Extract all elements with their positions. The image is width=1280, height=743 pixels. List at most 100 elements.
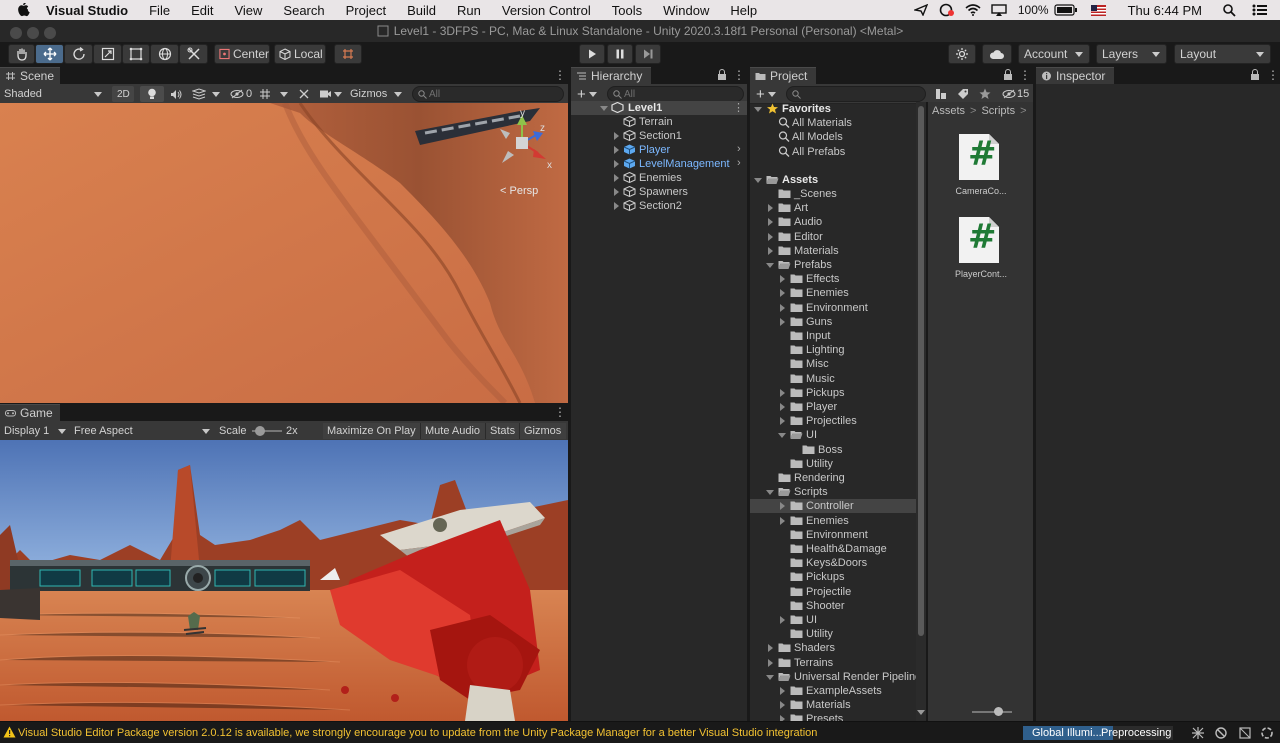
project-folder-item[interactable]: Input — [750, 329, 916, 343]
file-item-cameracontroller[interactable]: # CameraCo... — [952, 130, 1010, 200]
audio-toggle[interactable] — [166, 86, 186, 102]
services-button[interactable] — [948, 44, 976, 64]
fold-closed-icon[interactable] — [768, 232, 773, 241]
project-folder-item[interactable]: Prefabs — [750, 258, 916, 272]
fold-closed-icon[interactable] — [768, 218, 773, 227]
fold-closed-icon[interactable] — [780, 317, 785, 326]
fold-closed-icon[interactable] — [780, 687, 785, 695]
favorite-search-item[interactable]: All Materials — [750, 116, 916, 130]
persp-label[interactable]: < Persp — [500, 185, 538, 197]
hierarchy-item-section2[interactable]: Section2 — [571, 199, 747, 213]
mute-audio-toggle[interactable]: Mute Audio — [421, 423, 486, 439]
project-folder-item[interactable]: Player — [750, 400, 916, 414]
scene-gizmos-dropdown[interactable]: Gizmos — [346, 86, 406, 102]
project-folder-item[interactable]: Universal Render Pipeline — [750, 670, 916, 684]
menu-run[interactable]: Run — [457, 3, 481, 18]
window-close-button[interactable] — [10, 27, 22, 39]
project-folder-item[interactable]: Pickups — [750, 570, 916, 584]
scene-more-icon[interactable]: ⋮ — [554, 69, 566, 81]
project-folder-item[interactable]: Environment — [750, 528, 916, 542]
breadcrumb-assets[interactable]: Assets — [932, 105, 965, 117]
hierarchy-item-section1[interactable]: Section1 — [571, 129, 747, 143]
tab-scene[interactable]: Scene — [0, 67, 60, 84]
fold-closed-icon[interactable] — [780, 616, 785, 624]
rect-tool-button[interactable] — [122, 44, 150, 64]
fold-closed-icon[interactable] — [768, 204, 773, 213]
project-folder-item[interactable]: Environment — [750, 301, 916, 315]
hierarchy-item-enemies[interactable]: Enemies — [571, 171, 747, 185]
project-folder-item[interactable]: Boss — [750, 443, 916, 457]
menu-version-control[interactable]: Version Control — [502, 3, 591, 18]
hierarchy-item-terrain[interactable]: Terrain — [571, 115, 747, 129]
airplay-icon[interactable] — [991, 3, 1007, 17]
fold-closed-icon[interactable] — [780, 417, 785, 426]
chevron-right-icon[interactable]: › — [737, 143, 741, 155]
play-button[interactable] — [579, 44, 605, 64]
menu-build[interactable]: Build — [407, 3, 436, 18]
hierarchy-item-player[interactable]: Player › — [571, 143, 747, 157]
lock-icon[interactable] — [1250, 69, 1260, 80]
scroll-down-icon[interactable] — [917, 710, 925, 715]
project-folder-item[interactable]: Materials — [750, 244, 916, 258]
fold-closed-icon[interactable] — [780, 388, 785, 397]
scene-search-input[interactable]: All — [412, 86, 564, 102]
fold-open-icon[interactable] — [766, 490, 774, 496]
effects-dropdown[interactable] — [188, 86, 224, 102]
project-folder-item[interactable]: UI — [750, 428, 916, 442]
project-folder-item[interactable]: Enemies — [750, 286, 916, 300]
favorite-search-item[interactable]: All Models — [750, 130, 916, 144]
pivot-local-toggle[interactable]: Local — [274, 44, 326, 64]
file-item-playercontroller[interactable]: # PlayerCont... — [952, 213, 1010, 283]
display-dropdown[interactable]: Display 1 — [0, 423, 70, 439]
project-folder-item[interactable]: Shooter — [750, 599, 916, 613]
collab-cloud-button[interactable] — [982, 44, 1012, 64]
menu-app-name[interactable]: Visual Studio — [46, 3, 128, 18]
project-folder-item[interactable]: ExampleAssets — [750, 684, 916, 698]
project-create-button[interactable]: + — [752, 86, 782, 103]
fold-closed-icon[interactable] — [614, 188, 619, 196]
project-folder-item[interactable]: Presets — [750, 712, 916, 721]
icon-size-slider-thumb[interactable] — [994, 707, 1003, 716]
debug-mode-icon[interactable] — [1214, 726, 1228, 740]
fold-open-icon[interactable] — [754, 177, 762, 183]
game-more-icon[interactable]: ⋮ — [554, 406, 566, 418]
fold-closed-icon[interactable] — [768, 658, 773, 667]
aspect-dropdown[interactable]: Free Aspect — [70, 423, 214, 439]
lighting-toggle[interactable] — [140, 86, 164, 102]
project-folder-item[interactable]: Controller — [750, 499, 916, 514]
move-tool-button[interactable] — [35, 44, 64, 64]
tab-project[interactable]: Project — [750, 67, 816, 84]
menu-edit[interactable]: Edit — [191, 3, 213, 18]
project-folder-item[interactable]: Utility — [750, 457, 916, 471]
project-folder-item[interactable]: Utility — [750, 627, 916, 641]
project-folder-item[interactable]: Enemies — [750, 514, 916, 528]
assets-root[interactable]: Assets — [750, 173, 916, 187]
project-folder-item[interactable]: UI — [750, 613, 916, 627]
project-folder-item[interactable]: Rendering — [750, 471, 916, 485]
fold-open-icon[interactable] — [754, 107, 762, 112]
pause-button[interactable] — [607, 44, 633, 64]
favorites-header[interactable]: Favorites — [750, 102, 916, 116]
hand-tool-button[interactable] — [8, 44, 35, 64]
fold-closed-icon[interactable] — [768, 246, 773, 255]
tab-inspector[interactable]: Inspector — [1036, 67, 1114, 84]
project-folder-item[interactable]: Audio — [750, 215, 916, 229]
fold-closed-icon[interactable] — [614, 160, 619, 168]
progress-spinner-icon[interactable] — [1260, 726, 1274, 740]
menu-file[interactable]: File — [149, 3, 170, 18]
fold-closed-icon[interactable] — [614, 202, 619, 210]
maximize-on-play-toggle[interactable]: Maximize On Play — [323, 423, 421, 439]
hierarchy-scene-row[interactable]: Level1 ⋮ — [571, 101, 747, 115]
search-by-label-button[interactable] — [954, 86, 972, 102]
project-folder-item[interactable]: Music — [750, 372, 916, 386]
shading-mode-dropdown[interactable]: Shaded — [0, 86, 106, 102]
step-button[interactable] — [635, 44, 661, 64]
favorite-search-item[interactable]: All Prefabs — [750, 145, 916, 159]
breadcrumb-scripts[interactable]: Scripts — [981, 105, 1015, 117]
menu-view[interactable]: View — [234, 3, 262, 18]
scene-more-icon[interactable]: ⋮ — [733, 101, 744, 114]
inspector-more-icon[interactable]: ⋮ — [1267, 69, 1279, 81]
fold-closed-icon[interactable] — [614, 146, 619, 154]
lock-icon[interactable] — [1003, 69, 1013, 80]
pivot-center-toggle[interactable]: Center — [214, 44, 270, 64]
